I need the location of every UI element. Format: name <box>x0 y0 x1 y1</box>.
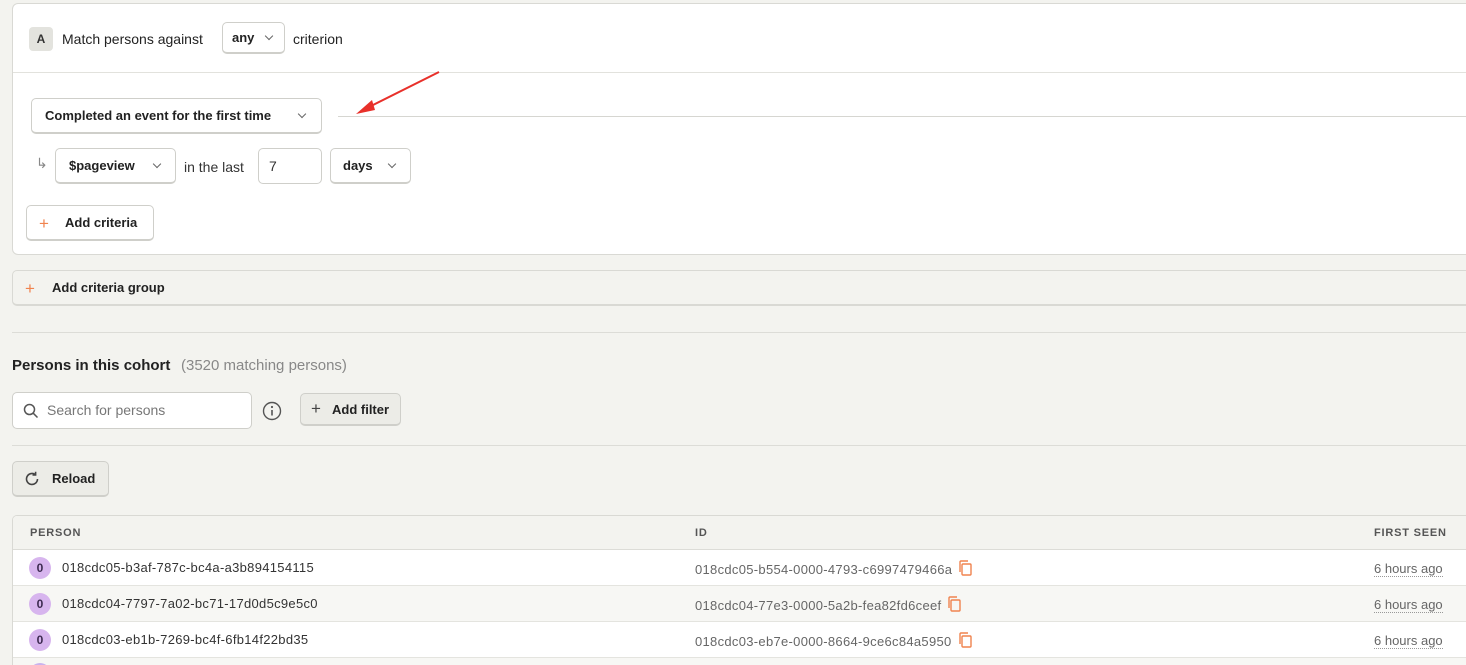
reload-button[interactable]: Reload <box>12 461 109 497</box>
person-name-link[interactable]: 018cdc05-b3af-787c-bc4a-a3b894154115 <box>62 560 314 575</box>
person-id: 018cdc05-b554-0000-4793-c6997479466a <box>695 560 972 577</box>
match-suffix-label: criterion <box>293 31 343 47</box>
plus-icon: + <box>39 214 49 233</box>
column-header-person[interactable]: PERSON <box>30 527 81 539</box>
event-value: $pageview <box>69 158 135 173</box>
search-persons-input[interactable] <box>47 402 242 418</box>
section-divider <box>12 332 1466 333</box>
time-unit-select[interactable]: days <box>330 148 411 184</box>
search-icon <box>23 403 39 419</box>
person-id: 018cdc04-77e3-0000-5a2b-fea82fd6ceef <box>695 596 962 613</box>
in-last-label: in the last <box>184 159 244 175</box>
table-row[interactable] <box>13 658 1466 665</box>
reload-icon <box>25 471 39 486</box>
copy-icon[interactable] <box>958 632 972 648</box>
group-badge: A <box>29 27 53 51</box>
person-id-value: 018cdc03-eb7e-0000-8664-9ce6c84a5950 <box>695 634 952 649</box>
plus-icon: + <box>311 399 321 418</box>
person-name-link[interactable]: 018cdc03-eb1b-7269-bc4f-6fb14f22bd35 <box>62 632 308 647</box>
criteria-divider <box>338 116 1466 117</box>
add-filter-button[interactable]: + Add filter <box>300 393 401 426</box>
persons-count: (3520 matching persons) <box>181 357 347 374</box>
first-seen-value: 6 hours ago <box>1374 597 1443 613</box>
avatar: 0 <box>29 557 51 579</box>
first-seen-value: 6 hours ago <box>1374 633 1443 649</box>
person-id: 018cdc03-eb7e-0000-8664-9ce6c84a5950 <box>695 632 972 649</box>
plus-icon: + <box>25 279 35 298</box>
column-header-first-seen[interactable]: FIRST SEEN <box>1374 527 1447 539</box>
table-header: PERSON ID FIRST SEEN <box>13 516 1466 550</box>
table-row[interactable]: 0 018cdc05-b3af-787c-bc4a-a3b894154115 0… <box>13 550 1466 586</box>
sub-criteria-arrow-icon: ↳ <box>36 155 48 171</box>
match-prefix-label: Match persons against <box>62 31 203 47</box>
criteria-type-select[interactable]: Completed an event for the first time <box>31 98 322 134</box>
copy-icon[interactable] <box>947 596 962 612</box>
person-id-value: 018cdc05-b554-0000-4793-c6997479466a <box>695 562 953 577</box>
criteria-group-header: A Match persons against any criterion <box>13 4 1466 73</box>
criteria-type-value: Completed an event for the first time <box>45 108 272 123</box>
event-select[interactable]: $pageview <box>55 148 176 184</box>
column-header-id[interactable]: ID <box>695 527 708 539</box>
info-icon[interactable] <box>262 401 282 421</box>
add-filter-label: Add filter <box>332 401 390 417</box>
match-type-value: any <box>232 30 255 45</box>
chevron-down-icon <box>297 109 307 119</box>
section-divider <box>12 445 1466 446</box>
add-criteria-label: Add criteria <box>65 215 138 230</box>
persons-table: PERSON ID FIRST SEEN 0 018cdc05-b3af-787… <box>12 515 1466 665</box>
criteria-group-card: A Match persons against any criterion Co… <box>12 3 1466 255</box>
match-type-select[interactable]: any <box>222 22 285 54</box>
chevron-down-icon <box>387 159 397 169</box>
time-count-input[interactable] <box>258 148 322 184</box>
first-seen-value: 6 hours ago <box>1374 561 1443 577</box>
table-row[interactable]: 0 018cdc03-eb1b-7269-bc4f-6fb14f22bd35 0… <box>13 622 1466 658</box>
annotation-arrow-icon <box>356 71 440 114</box>
persons-section-title: Persons in this cohort <box>12 357 171 374</box>
add-criteria-group-label: Add criteria group <box>52 280 165 295</box>
person-id-value: 018cdc04-77e3-0000-5a2b-fea82fd6ceef <box>695 598 942 613</box>
person-name-link[interactable]: 018cdc04-7797-7a02-bc71-17d0d5c9e5c0 <box>62 596 318 611</box>
chevron-down-icon <box>152 159 162 169</box>
chevron-down-icon <box>264 31 274 41</box>
search-persons-field[interactable] <box>12 392 252 429</box>
time-unit-value: days <box>343 158 373 173</box>
avatar: 0 <box>29 629 51 651</box>
avatar: 0 <box>29 593 51 615</box>
add-criteria-group-button[interactable]: + Add criteria group <box>12 270 1466 306</box>
copy-icon[interactable] <box>958 560 972 576</box>
table-row[interactable]: 0 018cdc04-7797-7a02-bc71-17d0d5c9e5c0 0… <box>13 586 1466 622</box>
reload-label: Reload <box>52 471 96 486</box>
add-criteria-button[interactable]: + Add criteria <box>26 205 154 241</box>
